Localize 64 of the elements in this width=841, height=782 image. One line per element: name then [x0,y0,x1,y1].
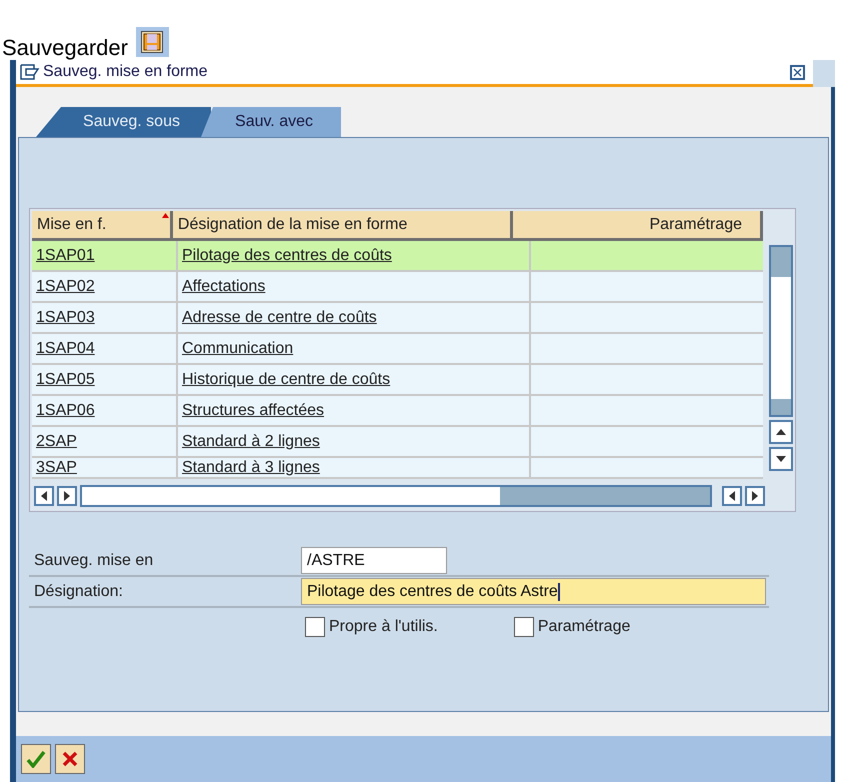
table-link[interactable]: 1SAP06 [36,398,95,422]
table-link[interactable]: Pilotage des centres de coûts [182,244,392,268]
field-label: Sauveg. mise en [33,550,154,570]
floppy-disk-icon [141,31,164,53]
window-title: Sauveg. mise en forme [43,62,208,82]
table-link[interactable]: Historique de centre de coûts [182,368,390,392]
table-link[interactable]: 1SAP01 [36,244,95,268]
caret-left-icon [41,491,47,501]
table-link[interactable]: 2SAP [36,430,77,454]
window-icon [20,64,40,80]
table-row[interactable]: 1SAP06 Structures affectées [32,396,763,427]
input-field[interactable]: /ASTRE [301,547,447,574]
table-row[interactable]: 1SAP03 Adresse de centre de coûts [32,303,763,334]
scroll-right-button[interactable] [745,486,765,506]
confirm-button[interactable] [21,744,51,774]
column-header[interactable]: Désignation de la mise en forme [172,211,513,241]
scroll-up-button[interactable] [769,420,793,444]
column-header[interactable]: Paramétrage [512,211,763,241]
table-link[interactable]: 1SAP04 [36,336,95,360]
table-link[interactable]: Standard à 2 lignes [182,430,320,454]
checkbox[interactable] [514,617,534,637]
field-label: Désignation: [33,582,124,602]
table-link[interactable]: Standard à 3 lignes [182,456,320,479]
table-link[interactable]: Affectations [182,274,266,298]
table-link[interactable]: Communication [182,336,294,360]
save-button[interactable] [136,27,169,57]
table-link[interactable]: 1SAP02 [36,274,95,298]
table-row[interactable]: 1SAP01 Pilotage des centres de coûts [32,241,763,272]
checkbox-label: Paramétrage [538,617,630,637]
table-link[interactable]: 3SAP [36,456,77,479]
close-button[interactable] [790,64,805,80]
close-icon [793,68,802,76]
table-row[interactable]: 1SAP02 Affectations [32,272,763,303]
input-field[interactable]: Pilotage des centres de coûts Astre [301,578,766,605]
text-cursor [558,582,560,600]
caret-down-icon [776,456,786,462]
scroll-right-button[interactable] [57,486,77,506]
scroll-left-button[interactable] [34,486,54,506]
cancel-button[interactable] [55,744,85,774]
table-link[interactable]: Structures affectées [182,398,324,422]
vertical-scrollbar[interactable] [769,245,793,417]
table-link[interactable]: 1SAP03 [36,306,95,330]
tab[interactable]: Sauveg. sous [36,107,211,137]
scroll-down-button[interactable] [769,447,793,471]
sort-icon [162,213,169,218]
table-row[interactable]: 1SAP05 Historique de centre de coûts [32,365,763,396]
table-row[interactable]: 2SAP Standard à 2 lignes [32,427,763,458]
table-link[interactable]: 1SAP05 [36,368,95,392]
caret-right-icon [64,491,70,501]
table-row[interactable]: 3SAP Standard à 3 lignes [32,458,763,479]
checkmark-icon [26,750,46,768]
caret-up-icon [776,429,786,435]
page-title: Sauvegarder [2,37,128,59]
horizontal-scrollbar[interactable] [80,485,712,507]
close-icon [62,751,78,767]
scroll-left-button[interactable] [722,486,742,506]
caret-right-icon [752,491,758,501]
checkbox-label: Propre à l'utilis. [329,617,438,637]
column-header[interactable]: Mise en f. [32,211,173,241]
table-row[interactable]: 1SAP04 Communication [32,334,763,365]
table-link[interactable]: Adresse de centre de coûts [182,306,377,330]
tab[interactable]: Sauv. avec [201,107,341,137]
caret-left-icon [729,491,735,501]
checkbox[interactable] [305,617,325,637]
